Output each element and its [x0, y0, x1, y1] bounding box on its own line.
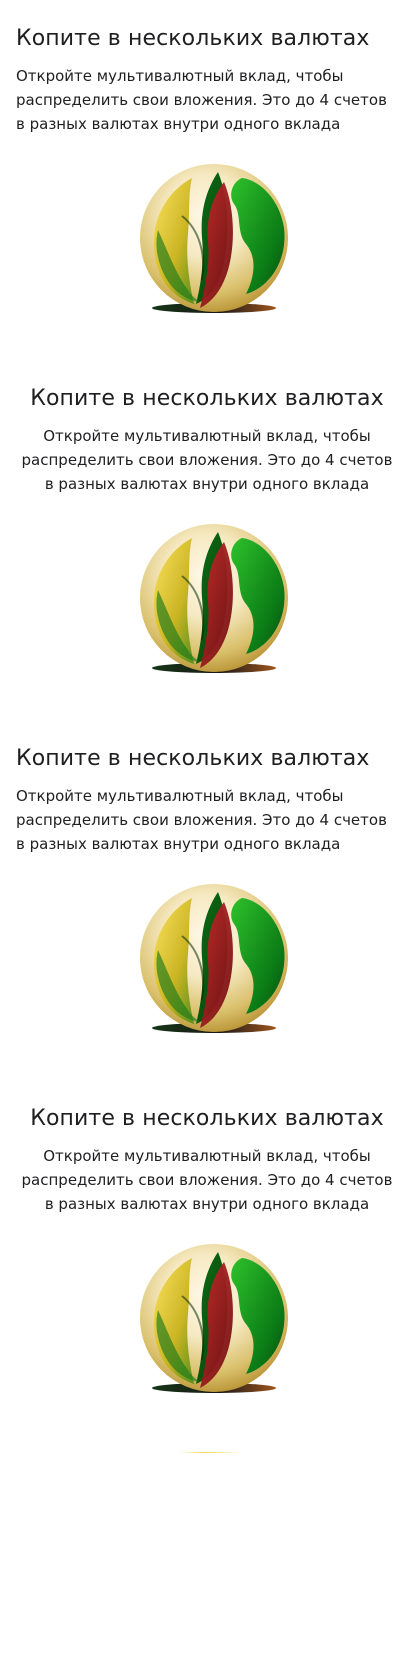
- multicurrency-globe-leaves-icon: [130, 520, 290, 690]
- promo-section-2: Копите в нескольких валютах Откройте мул…: [0, 384, 414, 496]
- multicurrency-globe-leaves-icon: [130, 880, 290, 1050]
- section-description: Откройте мультивалютный вклад, чтобы рас…: [21, 1147, 393, 1213]
- promo-section-4: Копите в нескольких валютах Откройте мул…: [0, 1104, 414, 1216]
- section-title: Копите в нескольких валютах: [16, 26, 370, 51]
- section-description: Откройте мультивалютный вклад, чтобы рас…: [16, 787, 387, 853]
- promo-section-1: Копите в нескольких валютах Откройте мул…: [0, 24, 414, 136]
- section-title: Копите в нескольких валютах: [30, 1106, 384, 1131]
- page: Копите в нескольких валютах Откройте мул…: [0, 0, 414, 1674]
- multicurrency-globe-leaves-icon: [130, 1240, 290, 1410]
- partial-illustration-edge: [180, 1439, 242, 1453]
- section-title: Копите в нескольких валютах: [30, 386, 384, 411]
- section-description: Откройте мультивалютный вклад, чтобы рас…: [16, 67, 387, 133]
- section-title: Копите в нескольких валютах: [16, 746, 370, 771]
- promo-section-3: Копите в нескольких валютах Откройте мул…: [0, 744, 414, 856]
- section-description: Откройте мультивалютный вклад, чтобы рас…: [21, 427, 393, 493]
- multicurrency-globe-leaves-icon: [130, 160, 290, 330]
